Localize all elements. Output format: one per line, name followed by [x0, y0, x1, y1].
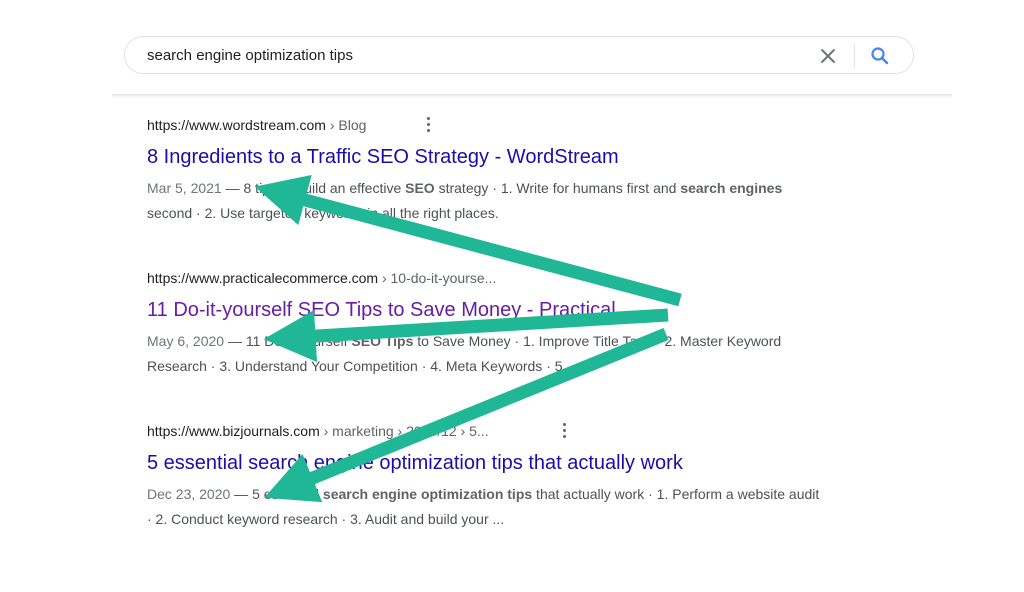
search-divider [854, 45, 855, 67]
result-cite: https://www.wordstream.com › Blog [147, 116, 847, 134]
snippet-text: — 11 Do-it-yourself [224, 333, 352, 349]
result-date: Dec 23, 2020 [147, 486, 231, 502]
result-snippet: Dec 23, 2020 — 5 essential search engine… [147, 482, 827, 532]
result-date: May 6, 2020 [147, 333, 225, 349]
result-snippet: Mar 5, 2021 — 8 tips to build an effecti… [147, 176, 827, 226]
result-path: › 10-do-it-yourse... [378, 270, 497, 286]
result-title-link[interactable]: 11 Do-it-yourself SEO Tips to Save Money… [147, 297, 847, 323]
search-result: https://www.wordstream.com › Blog 8 Ingr… [147, 116, 847, 226]
result-cite: https://www.bizjournals.com › marketing … [147, 422, 847, 440]
result-path: › Blog [325, 117, 367, 133]
snippet-text: second · 2. Use targeted keywords in all… [147, 205, 499, 221]
result-title-link[interactable]: 5 essential search engine optimization t… [147, 450, 847, 476]
result-cite: https://www.practicalecommerce.com › 10-… [147, 269, 847, 287]
snippet-text: — 5 essential [230, 486, 323, 502]
result-url: https://www.wordstream.com [147, 117, 326, 133]
close-icon[interactable] [817, 45, 839, 67]
more-options-icon[interactable] [423, 116, 435, 134]
snippet-bold: search engines [680, 180, 783, 196]
result-snippet: May 6, 2020 — 11 Do-it-yourself SEO Tips… [147, 329, 827, 379]
snippet-text: strategy · 1. Write for humans first and [434, 180, 681, 196]
result-url: https://www.bizjournals.com [147, 423, 320, 439]
search-result: https://www.bizjournals.com › marketing … [147, 422, 847, 532]
search-bar[interactable]: search engine optimization tips [124, 36, 914, 74]
result-url: https://www.practicalecommerce.com [147, 270, 379, 286]
search-icon[interactable] [869, 45, 891, 67]
more-options-icon[interactable] [559, 422, 571, 440]
search-input[interactable]: search engine optimization tips [147, 37, 353, 75]
search-result: https://www.practicalecommerce.com › 10-… [147, 269, 847, 379]
snippet-bold: search engine optimization tips [322, 486, 533, 502]
result-title-link[interactable]: 8 Ingredients to a Traffic SEO Strategy … [147, 144, 847, 170]
snippet-bold: SEO Tips [351, 333, 414, 349]
result-path: › marketing › 2020/12 › 5... [319, 423, 489, 439]
header-divider [112, 94, 952, 98]
result-date: Mar 5, 2021 [147, 180, 222, 196]
snippet-text: — 8 tips to build an effective [221, 180, 406, 196]
snippet-bold: SEO [405, 180, 435, 196]
